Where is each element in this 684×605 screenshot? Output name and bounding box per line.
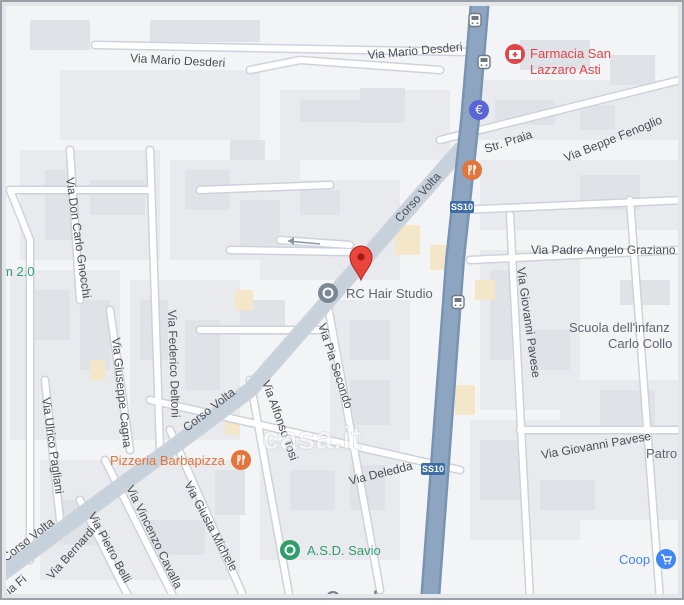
svg-text:SS10: SS10 <box>422 464 444 474</box>
school-label-line2[interactable]: Carlo Collo <box>608 336 672 351</box>
pharmacy-label-line1: Farmacia San <box>530 46 611 61</box>
bus-stop-icon[interactable] <box>468 12 482 28</box>
bus-stop-icon[interactable] <box>477 54 491 70</box>
route-shield-ss10-a: SS10 <box>450 201 474 213</box>
bus-stop-icon[interactable] <box>451 294 465 310</box>
svg-text:SS10: SS10 <box>451 202 473 212</box>
fork-knife-icon <box>231 450 251 470</box>
pharmacy-label-line2: Lazzaro Asti <box>530 62 601 77</box>
pharmacy-cross-icon <box>505 44 525 64</box>
map-canvas: Via Mario Desderi Via Mario Desderi Cors… <box>0 0 684 605</box>
asd-savio-label: A.S.D. Savio <box>307 543 381 558</box>
rc-hair-studio-label: RC Hair Studio <box>346 286 433 301</box>
map-view[interactable]: Via Mario Desderi Via Mario Desderi Cors… <box>0 0 684 605</box>
watermark: casa.it <box>262 420 362 456</box>
route-shield-ss10-b: SS10 <box>421 463 445 475</box>
pizzeria-label: Pizzeria Barbapizza <box>110 453 226 468</box>
street-label-via-padre-angelo-graziano: Via Padre Angelo Graziano <box>531 243 676 257</box>
patro-label[interactable]: Patro <box>646 446 677 461</box>
euro-icon[interactable]: € <box>469 100 489 120</box>
m20-label[interactable]: m 2.0 <box>2 264 35 279</box>
coop-poi[interactable]: Coop <box>619 549 676 569</box>
sport-poi-icon <box>280 540 300 560</box>
asd-savio-poi[interactable]: A.S.D. Savio <box>280 540 381 560</box>
svg-text:€: € <box>475 103 483 117</box>
service-poi-icon <box>318 283 338 303</box>
google-attribution: Google <box>326 588 388 600</box>
fork-knife-icon[interactable] <box>462 160 482 180</box>
coop-label: Coop <box>619 552 650 567</box>
school-label-line1[interactable]: Scuola dell'infanz <box>569 320 670 335</box>
shopping-cart-icon <box>656 549 676 569</box>
